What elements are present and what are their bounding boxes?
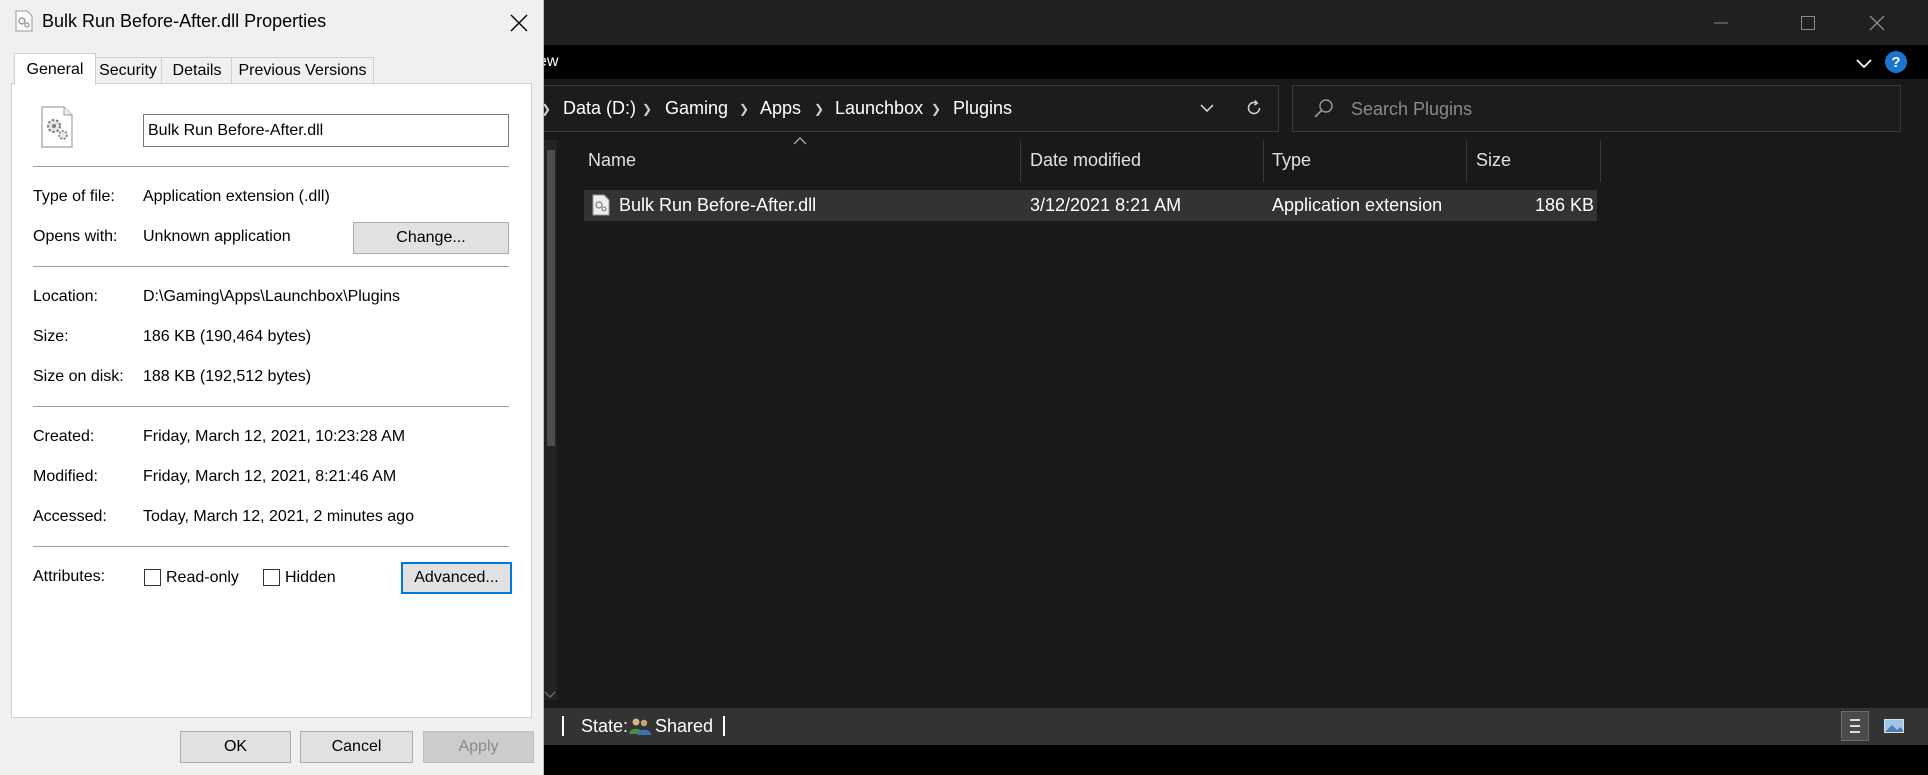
scrollbar-thumb[interactable]	[547, 150, 555, 446]
column-header-name[interactable]: Name	[588, 150, 636, 171]
location-label: Location:	[33, 288, 98, 305]
minimize-icon	[1714, 22, 1728, 23]
column-divider[interactable]	[1600, 140, 1601, 182]
type-of-file-value: Application extension (.dll)	[143, 188, 330, 205]
tab-previous-versions[interactable]: Previous Versions	[231, 57, 374, 84]
opens-with-value: Unknown application	[143, 228, 291, 245]
details-view-icon	[1850, 719, 1860, 733]
read-only-checkbox[interactable]	[144, 569, 161, 586]
column-header-date-modified[interactable]: Date modified	[1030, 150, 1141, 171]
modified-label: Modified:	[33, 468, 98, 485]
general-tab-panel	[11, 83, 532, 718]
hidden-checkbox[interactable]	[263, 569, 280, 586]
accessed-value: Today, March 12, 2021, 2 minutes ago	[143, 508, 414, 525]
status-state-value: Shared	[655, 716, 714, 736]
address-history-dropdown-icon[interactable]	[1199, 102, 1215, 114]
size-label: Size:	[33, 328, 69, 345]
breadcrumb-item[interactable]: Apps	[760, 98, 801, 119]
explorer-close-button[interactable]	[1842, 0, 1912, 45]
divider	[33, 166, 509, 167]
address-bar[interactable]: ❯ Data (D:) ❯ Gaming ❯ Apps ❯ Launchbox …	[540, 85, 1279, 132]
column-divider[interactable]	[1020, 140, 1021, 182]
breadcrumb-item[interactable]: Gaming	[665, 98, 728, 119]
properties-dialog: Bulk Run Before-After.dll Properties Gen…	[0, 0, 544, 775]
created-value: Friday, March 12, 2021, 10:23:28 AM	[143, 428, 406, 445]
size-on-disk-label: Size on disk:	[33, 368, 124, 385]
status-state-label: State:	[581, 716, 629, 736]
shared-users-icon	[629, 718, 651, 735]
help-button[interactable]: ?	[1885, 51, 1907, 73]
divider	[33, 546, 509, 547]
breadcrumb-separator-icon[interactable]: ❯	[642, 102, 652, 116]
hidden-label[interactable]: Hidden	[285, 569, 336, 587]
divider	[33, 266, 509, 267]
close-icon	[1869, 15, 1885, 30]
minimize-button[interactable]	[1686, 0, 1756, 45]
dialog-title: Bulk Run Before-After.dll Properties	[42, 11, 327, 31]
close-icon[interactable]	[504, 8, 534, 38]
ok-button[interactable]: OK	[180, 731, 291, 763]
search-input-placeholder[interactable]: Search Plugins	[1351, 99, 1472, 120]
tab-details[interactable]: Details	[161, 57, 233, 84]
status-divider	[562, 716, 564, 736]
file-size: 186 KB	[1535, 195, 1595, 215]
opens-with-label: Opens with:	[33, 228, 118, 245]
attributes-label: Attributes:	[33, 568, 106, 585]
breadcrumb-separator-icon[interactable]: ❯	[739, 102, 749, 116]
apply-button[interactable]: Apply	[423, 731, 534, 763]
status-divider	[723, 716, 725, 736]
file-name[interactable]: Bulk Run Before-After.dll	[619, 195, 816, 216]
modified-value: Friday, March 12, 2021, 8:21:46 AM	[143, 468, 397, 485]
large-icons-view-icon	[1884, 719, 1904, 733]
column-divider[interactable]	[1466, 140, 1467, 182]
maximize-icon	[1801, 15, 1815, 30]
column-header-type[interactable]: Type	[1272, 150, 1311, 171]
tab-general[interactable]: General	[14, 53, 96, 85]
read-only-label[interactable]: Read-only	[166, 569, 239, 587]
size-on-disk-value: 188 KB (192,512 bytes)	[143, 368, 312, 385]
accessed-label: Accessed:	[33, 508, 107, 525]
sort-ascending-icon	[793, 137, 807, 145]
created-label: Created:	[33, 428, 95, 445]
tab-security[interactable]: Security	[93, 57, 163, 84]
file-date-modified: 3/12/2021 8:21 AM	[1030, 195, 1182, 215]
file-list-pane[interactable]	[558, 140, 1928, 708]
breadcrumb-separator-icon[interactable]: ❯	[814, 102, 824, 116]
column-header-size[interactable]: Size	[1476, 150, 1511, 171]
ribbon-expand-chevron-icon[interactable]	[1854, 53, 1874, 73]
file-name-field[interactable]: Bulk Run Before-After.dll	[143, 114, 509, 147]
type-of-file-label: Type of file:	[33, 188, 115, 205]
maximize-button[interactable]	[1773, 0, 1843, 45]
breadcrumb-item[interactable]: Launchbox	[835, 98, 923, 119]
dll-file-icon	[15, 10, 33, 32]
search-icon	[1314, 99, 1333, 118]
window-bottom-edge	[540, 745, 1928, 775]
refresh-icon[interactable]	[1245, 99, 1263, 117]
change-button[interactable]: Change...	[353, 222, 509, 254]
file-row[interactable]: Bulk Run Before-After.dll 3/12/2021 8:21…	[584, 190, 1597, 221]
size-value: 186 KB (190,464 bytes)	[143, 328, 312, 345]
details-view-button[interactable]	[1841, 711, 1869, 741]
scroll-down-arrow-icon[interactable]	[544, 690, 556, 700]
cancel-button[interactable]: Cancel	[300, 731, 413, 763]
breadcrumb-item[interactable]: Plugins	[953, 98, 1012, 119]
large-icons-view-button[interactable]	[1878, 711, 1908, 741]
dll-file-icon	[592, 194, 610, 216]
location-value: D:\Gaming\Apps\Launchbox\Plugins	[143, 288, 401, 305]
divider	[33, 406, 509, 407]
breadcrumb-item[interactable]: Data (D:)	[563, 98, 636, 119]
status-bar: 3 State: Shared	[534, 708, 1928, 745]
advanced-button[interactable]: Advanced...	[401, 562, 512, 594]
column-divider[interactable]	[1263, 140, 1264, 182]
breadcrumb-separator-icon[interactable]: ❯	[931, 102, 941, 116]
file-type: Application extension	[1272, 195, 1443, 215]
dll-file-large-icon	[41, 106, 73, 148]
search-box[interactable]: Search Plugins	[1292, 85, 1901, 132]
